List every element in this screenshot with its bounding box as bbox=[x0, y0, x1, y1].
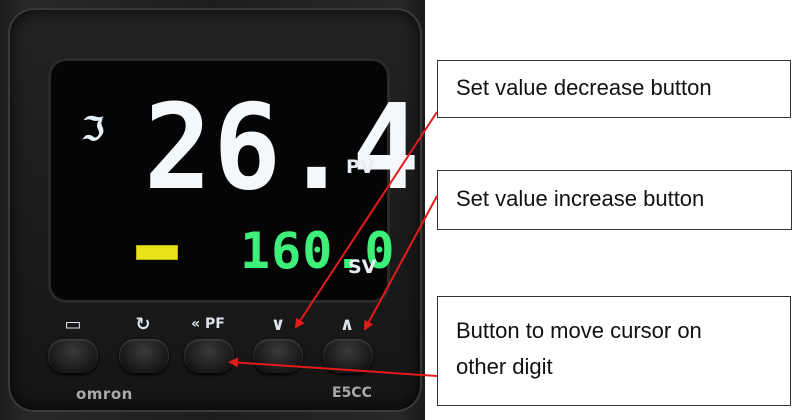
pf-shift-icon: « PF bbox=[191, 316, 225, 332]
mode-icon: ↻ bbox=[135, 313, 151, 335]
controller-display: ℑ 26.4 PV 160.0 SV bbox=[48, 58, 420, 303]
controller-bezel: ℑ 26.4 PV 160.0 SV ▭ ↻ « PF ∨ ∧ omron E5… bbox=[8, 8, 422, 412]
mode-button[interactable] bbox=[119, 339, 169, 373]
sv-label: SV bbox=[348, 256, 377, 278]
level-button[interactable] bbox=[48, 339, 98, 373]
model-label: E5CC bbox=[332, 385, 372, 401]
down-button[interactable] bbox=[253, 339, 303, 373]
status-indicator bbox=[136, 245, 178, 260]
down-icon: ∨ bbox=[270, 313, 286, 335]
process-value-readout: 26.4 bbox=[144, 78, 422, 216]
callout-decrease: Set value decrease button bbox=[437, 60, 791, 118]
brand-logo: omron bbox=[76, 385, 133, 403]
level-icon: ▭ bbox=[64, 313, 82, 335]
temperature-unit-symbol: ℑ bbox=[82, 110, 105, 148]
callout-cursor-line2: other digit bbox=[456, 354, 553, 379]
callout-cursor: Button to move cursor on other digit bbox=[437, 296, 791, 406]
callout-increase: Set value increase button bbox=[437, 170, 792, 230]
callout-decrease-text: Set value decrease button bbox=[456, 75, 712, 100]
up-button[interactable] bbox=[323, 339, 373, 373]
pv-label: PV bbox=[346, 156, 375, 178]
pf-shift-button[interactable] bbox=[184, 339, 234, 373]
temperature-controller-photo: ℑ 26.4 PV 160.0 SV ▭ ↻ « PF ∨ ∧ omron E5… bbox=[0, 0, 425, 420]
up-icon: ∧ bbox=[339, 313, 355, 335]
callout-cursor-line1: Button to move cursor on bbox=[456, 318, 702, 343]
callout-increase-text: Set value increase button bbox=[456, 186, 705, 211]
